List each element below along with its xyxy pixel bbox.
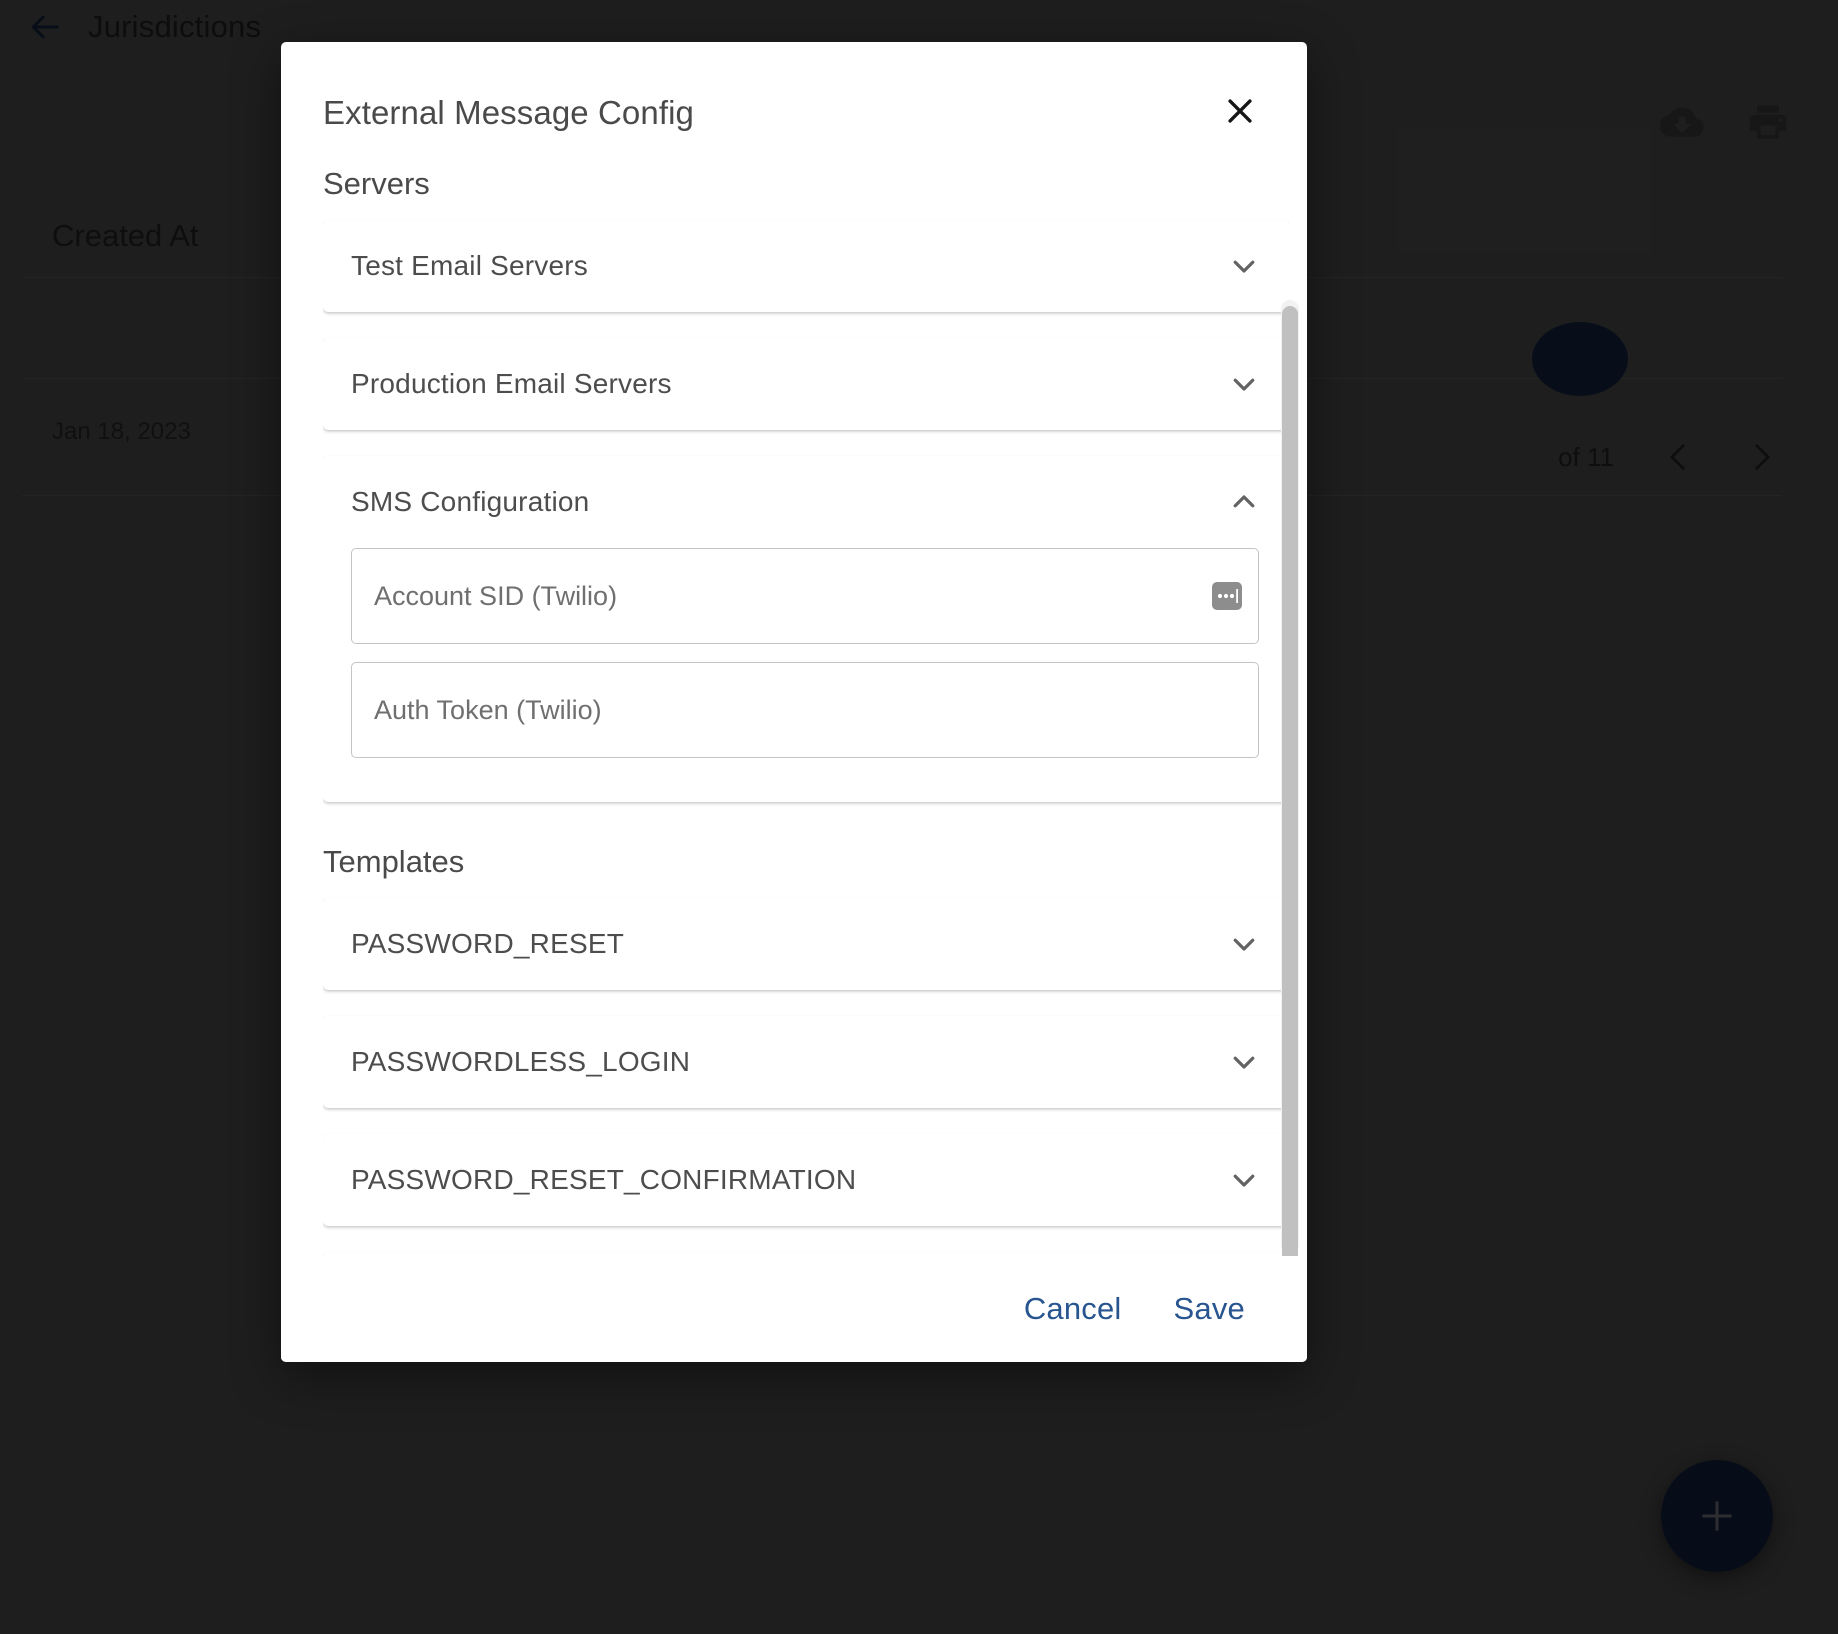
panel-production-email-servers: Production Email Servers [323,338,1289,430]
panel-sms-configuration: SMS Configuration Account SID (Twilio) A… [323,456,1289,802]
dialog-header: External Message Config [281,42,1307,132]
panel-header-production-email-servers[interactable]: Production Email Servers [323,338,1289,430]
dialog-title: External Message Config [323,94,694,131]
panel-header-next-partial[interactable] [323,1252,1289,1256]
save-button[interactable]: Save [1156,1281,1263,1337]
panel-title: SMS Configuration [351,486,590,517]
panel-header-password-reset-confirmation[interactable]: PASSWORD_RESET_CONFIRMATION [323,1134,1289,1226]
panel-next-partial [323,1252,1289,1256]
panel-header-passwordless-login[interactable]: PASSWORDLESS_LOGIN [323,1016,1289,1108]
account-sid-field[interactable]: Account SID (Twilio) [351,548,1259,644]
scrollbar-track[interactable] [1281,300,1299,1256]
panel-title: Production Email Servers [351,368,672,399]
panel-title: PASSWORDLESS_LOGIN [351,1046,691,1077]
panel-test-email-servers: Test Email Servers [323,220,1289,312]
auth-token-field[interactable]: Auth Token (Twilio) [351,662,1259,758]
cancel-button[interactable]: Cancel [1006,1281,1140,1337]
panel-header-test-email-servers[interactable]: Test Email Servers [323,220,1289,312]
panel-title: PASSWORD_RESET [351,928,624,959]
panel-passwordless-login: PASSWORDLESS_LOGIN [323,1016,1289,1108]
chevron-up-icon [1229,487,1259,517]
panel-title: PASSWORD_RESET_CONFIRMATION [351,1164,857,1195]
section-label-servers: Servers [323,166,430,201]
close-icon [1223,94,1257,128]
panel-password-reset-confirmation: PASSWORD_RESET_CONFIRMATION [323,1134,1289,1226]
panel-title: Test Email Servers [351,250,588,281]
chevron-down-icon [1229,1165,1259,1195]
panel-header-sms-configuration[interactable]: SMS Configuration [323,456,1289,548]
dialog-scroll-area: Servers Test Email Servers Production Em… [323,166,1289,1256]
chevron-down-icon [1229,251,1259,281]
external-message-config-dialog: External Message Config Servers Test Ema… [281,42,1307,1362]
chevron-down-icon [1229,1047,1259,1077]
dialog-footer: Cancel Save [281,1256,1307,1362]
scrollbar-thumb[interactable] [1282,306,1298,1256]
chevron-down-icon [1229,369,1259,399]
dialog-body: Servers Test Email Servers Production Em… [281,132,1307,1256]
chevron-down-icon [1229,929,1259,959]
account-sid-placeholder: Account SID (Twilio) [374,580,618,611]
panel-password-reset: PASSWORD_RESET [323,898,1289,990]
auth-token-placeholder: Auth Token (Twilio) [374,694,602,725]
close-button[interactable] [1219,90,1261,132]
panel-content-sms-configuration: Account SID (Twilio) Auth Token (Twilio) [323,548,1289,802]
section-label-templates: Templates [323,844,465,879]
panel-header-password-reset[interactable]: PASSWORD_RESET [323,898,1289,990]
autofill-icon[interactable] [1212,582,1242,610]
